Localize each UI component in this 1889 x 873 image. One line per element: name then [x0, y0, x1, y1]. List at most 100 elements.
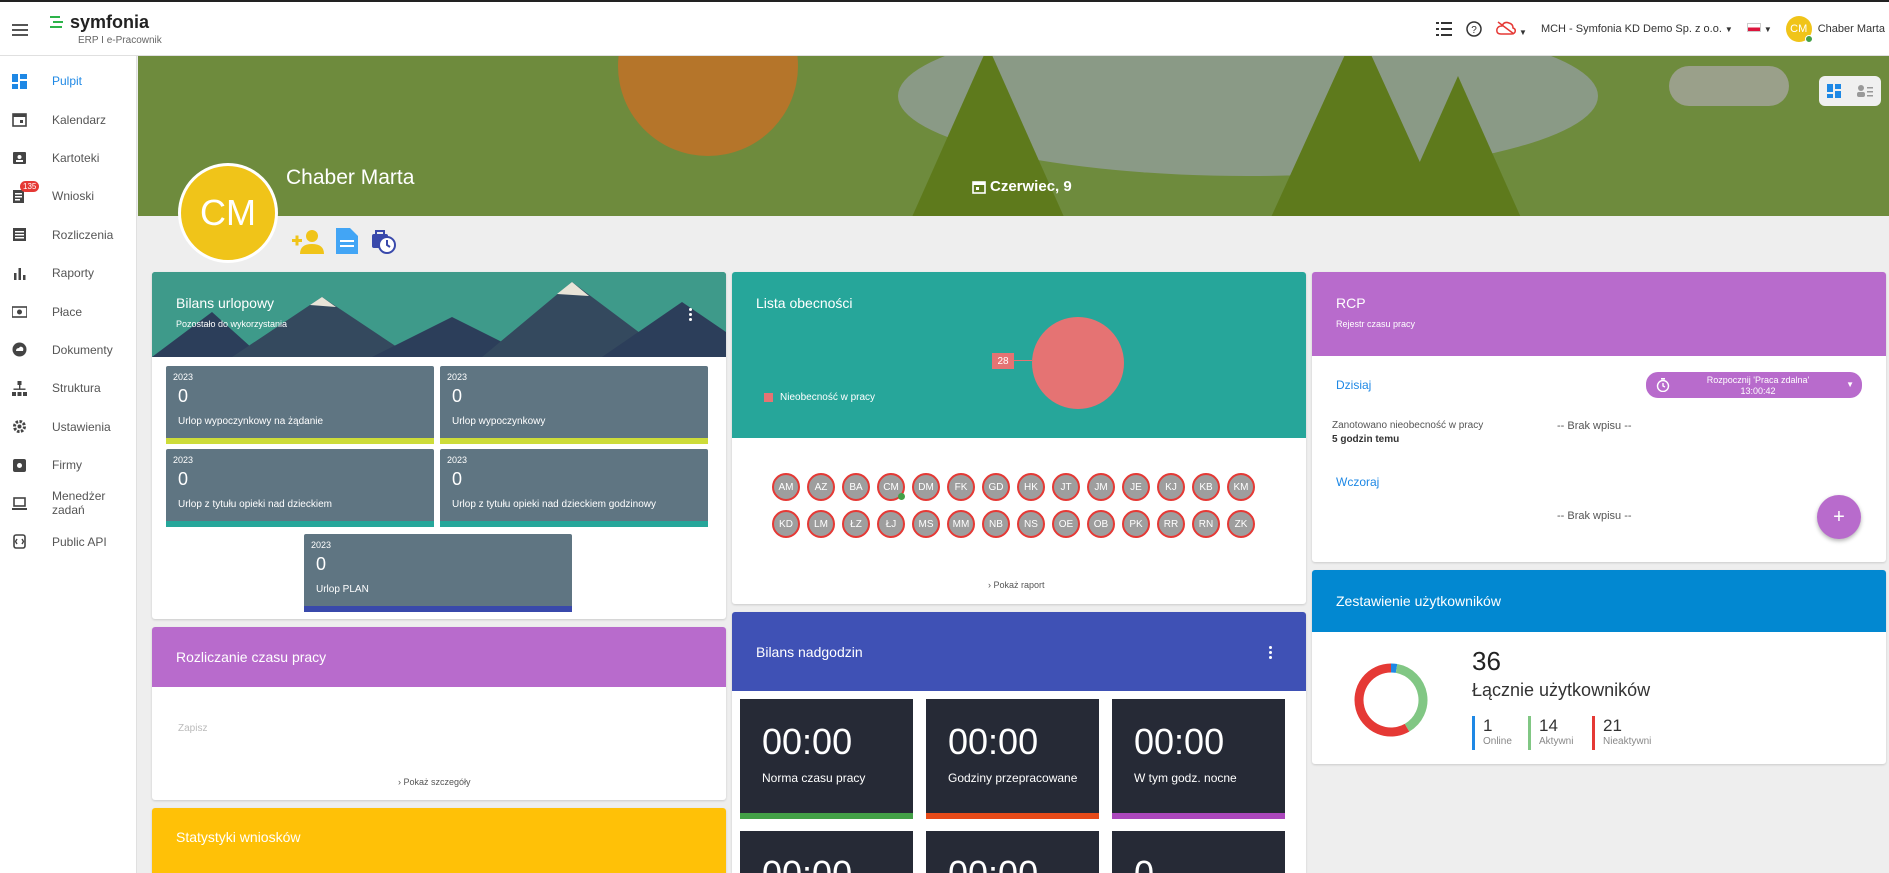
- person-initials: OB: [1093, 518, 1109, 530]
- profile-view-icon[interactable]: [1857, 84, 1873, 98]
- user-menu[interactable]: CM Chaber Marta: [1785, 16, 1885, 43]
- chevron-down-icon[interactable]: ▼: [1846, 380, 1854, 389]
- attendance-person[interactable]: ŁZ: [842, 510, 870, 538]
- attendance-person[interactable]: KM: [1227, 473, 1255, 501]
- leave-balance-tile[interactable]: 2023 0 Urlop z tytułu opieki nad dzieckiem: [166, 449, 434, 527]
- attendance-person[interactable]: MM: [947, 510, 975, 538]
- absence-note: Zanotowano nieobecność w pracy: [1332, 420, 1484, 431]
- leave-type: Urlop PLAN: [316, 584, 369, 595]
- sidebar-item-raporty[interactable]: Raporty: [0, 254, 136, 292]
- attendance-person[interactable]: ŁJ: [877, 510, 905, 538]
- task-list-icon[interactable]: [1436, 22, 1453, 36]
- attendance-list-title: Lista obecności: [756, 295, 853, 311]
- leave-value: 0: [452, 469, 463, 489]
- leave-balance-tile[interactable]: 2023 0 Urlop z tytułu opieki nad dzieckiem…: [440, 449, 708, 527]
- attendance-person[interactable]: ZK: [1227, 510, 1255, 538]
- overtime-label: W tym godz. nocne: [1134, 771, 1237, 785]
- calendar-icon: [972, 180, 986, 194]
- sidebar-item-rozliczenia[interactable]: Rozliczenia: [0, 216, 136, 254]
- users-summary-card: Zestawienie użytkowników 36 Łącznie użyt…: [1312, 570, 1886, 764]
- total-users-count: 36: [1472, 646, 1501, 676]
- attendance-person[interactable]: JE: [1122, 473, 1150, 501]
- overtime-color-bar: [1112, 813, 1285, 819]
- more-vert-icon[interactable]: [1269, 646, 1272, 661]
- work-time-settlement-card: Rozliczanie czasu pracy Zapisz › Pokaż s…: [152, 627, 726, 800]
- sidebar-item-kalendarz[interactable]: Kalendarz: [0, 100, 136, 138]
- sidebar-item-firmy[interactable]: Firmy: [0, 446, 136, 484]
- add-entry-button[interactable]: +: [1817, 495, 1861, 539]
- grid-view-icon[interactable]: [1827, 84, 1841, 98]
- logo[interactable]: symfonia ERP I e-Pracownik: [50, 12, 162, 46]
- attendance-person[interactable]: JM: [1087, 473, 1115, 501]
- help-icon[interactable]: ?: [1466, 21, 1482, 37]
- attendance-person[interactable]: RN: [1192, 510, 1220, 538]
- attendance-list-card: Lista obecności Nieobecność w pracy 28 A…: [732, 272, 1306, 604]
- more-vert-icon[interactable]: [689, 308, 692, 323]
- sidebar-item-label: Struktura: [52, 381, 101, 396]
- attendance-person[interactable]: GD: [982, 473, 1010, 501]
- view-toggle[interactable]: [1819, 76, 1881, 106]
- attendance-person[interactable]: KD: [772, 510, 800, 538]
- menu-icon[interactable]: [12, 24, 28, 36]
- company-selector[interactable]: MCH - Symfonia KD Demo Sp. z o.o. ▼: [1541, 23, 1733, 35]
- sidebar-item-wnioski[interactable]: Wnioski 135: [0, 177, 136, 215]
- attendance-person[interactable]: HK: [1017, 473, 1045, 501]
- money-icon: [12, 306, 27, 318]
- avatar: CM: [1785, 16, 1813, 43]
- attendance-person[interactable]: PK: [1122, 510, 1150, 538]
- add-person-icon[interactable]: [292, 228, 324, 254]
- sidebar-item-dokumenty[interactable]: Dokumenty: [0, 331, 136, 369]
- sidebar-item-kartoteki[interactable]: Kartoteki: [0, 139, 136, 177]
- sidebar-item-public-api[interactable]: Public API: [0, 523, 136, 561]
- person-initials: KD: [779, 518, 793, 530]
- sidebar-item-label: Płace: [52, 304, 83, 319]
- leave-balance-tile[interactable]: 2023 0 Urlop wypoczynkowy na żądanie: [166, 366, 434, 444]
- attendance-person[interactable]: LM: [807, 510, 835, 538]
- leave-balance-tile[interactable]: 2023 0 Urlop PLAN: [304, 534, 572, 612]
- person-initials: KB: [1199, 481, 1213, 493]
- overtime-tile: 00:00: [740, 831, 913, 873]
- work-time-settlement-save[interactable]: Zapisz: [178, 723, 207, 734]
- overtime-value: 00:00: [762, 721, 853, 762]
- sidebar-item-menedżer-zadań[interactable]: Menedżer zadań: [0, 484, 136, 522]
- product-label: e-Pracownik: [106, 35, 162, 46]
- attendance-person[interactable]: CM: [877, 473, 905, 501]
- time-off-icon[interactable]: [370, 228, 396, 254]
- leave-type: Urlop wypoczynkowy na żądanie: [178, 416, 324, 427]
- absence-note-time: 5 godzin temu: [1332, 434, 1400, 445]
- attendance-person[interactable]: FK: [947, 473, 975, 501]
- attendance-person[interactable]: KJ: [1157, 473, 1185, 501]
- sidebar-item-pulpit[interactable]: Pulpit: [0, 62, 136, 100]
- sidebar-item-struktura[interactable]: Struktura: [0, 369, 136, 407]
- attendance-person[interactable]: DM: [912, 473, 940, 501]
- language-selector[interactable]: ▼: [1746, 23, 1772, 35]
- attendance-person[interactable]: JT: [1052, 473, 1080, 501]
- donut-segment-active: [1395, 664, 1428, 732]
- document-icon[interactable]: [336, 228, 358, 254]
- leave-value: 0: [178, 469, 189, 489]
- show-details-link[interactable]: › Pokaż szczegóły: [398, 777, 471, 787]
- show-report-link[interactable]: › Pokaż raport: [988, 580, 1045, 590]
- attendance-person[interactable]: AM: [772, 473, 800, 501]
- sidebar-item-płace[interactable]: Płace: [0, 292, 136, 330]
- attendance-person[interactable]: NS: [1017, 510, 1045, 538]
- cloud-status-dropdown[interactable]: ▼: [1496, 20, 1527, 38]
- attendance-person[interactable]: BA: [842, 473, 870, 501]
- start-remote-work-label: Rozpocznij 'Praca zdalna': [1706, 375, 1810, 385]
- leave-color-bar: [166, 521, 434, 527]
- person-initials: BA: [849, 481, 863, 493]
- sidebar-item-label: Kalendarz: [52, 112, 107, 127]
- absence-count-label: 28: [992, 353, 1014, 369]
- leave-balance-tile[interactable]: 2023 0 Urlop wypoczynkowy: [440, 366, 708, 444]
- attendance-person[interactable]: OE: [1052, 510, 1080, 538]
- start-remote-work-button[interactable]: Rozpocznij 'Praca zdalna' 13:00:42 ▼: [1646, 372, 1862, 398]
- person-initials: AM: [778, 481, 794, 493]
- profile-avatar[interactable]: CM: [178, 163, 278, 263]
- attendance-person[interactable]: OB: [1087, 510, 1115, 538]
- sidebar-item-ustawienia[interactable]: Ustawienia: [0, 408, 136, 446]
- attendance-person[interactable]: AZ: [807, 473, 835, 501]
- attendance-person[interactable]: KB: [1192, 473, 1220, 501]
- attendance-person[interactable]: NB: [982, 510, 1010, 538]
- attendance-person[interactable]: MS: [912, 510, 940, 538]
- attendance-person[interactable]: RR: [1157, 510, 1185, 538]
